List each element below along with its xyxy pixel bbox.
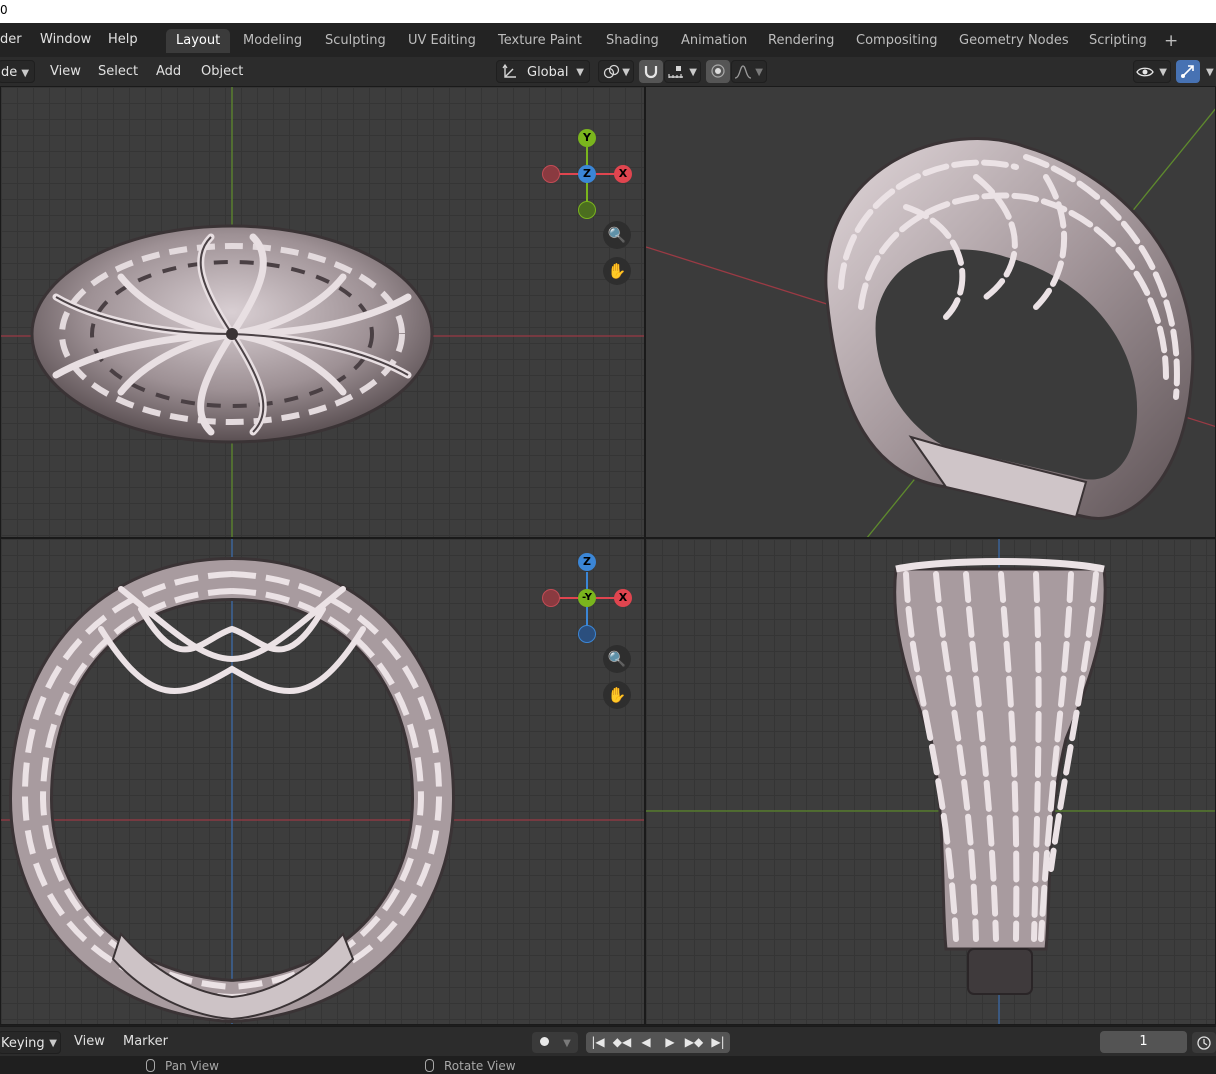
chevron-down-icon: ▼ <box>49 1038 57 1049</box>
tab-uv-editing[interactable]: UV Editing <box>398 29 486 53</box>
play-icon[interactable]: ▶ <box>658 1032 682 1053</box>
chevron-down-icon[interactable]: ▼ <box>1206 67 1214 78</box>
chevron-down-icon: ▼ <box>622 67 630 78</box>
timeline-header: Keying ▼ View Marker ▼ |◀ ◆◀ ◀ ▶ ▶◆ ▶| 1 <box>0 1026 1216 1056</box>
jump-start-icon[interactable]: |◀ <box>586 1032 610 1053</box>
gizmo-axis-x[interactable]: X <box>614 589 632 607</box>
viewport-top[interactable]: Y Z X 🔍 ✋ <box>0 86 645 538</box>
viewport-front[interactable]: Z -Y X 🔍 ✋ <box>0 538 645 1025</box>
chevron-down-icon: ▼ <box>1159 67 1167 78</box>
chevron-down-icon: ▼ <box>755 67 763 78</box>
status-bar: Pan View Rotate View <box>0 1056 1216 1074</box>
transform-orientation-dropdown[interactable]: Global ▼ <box>496 60 590 83</box>
prev-keyframe-icon[interactable]: ◆◀ <box>610 1032 634 1053</box>
gizmo-axis-neg-z[interactable] <box>578 625 596 643</box>
record-icon <box>539 1037 549 1046</box>
visibility-dropdown[interactable]: ▼ <box>1133 60 1171 83</box>
next-keyframe-icon[interactable]: ▶◆ <box>682 1032 706 1053</box>
snap-magnet-icon <box>644 66 658 79</box>
viewport-perspective[interactable] <box>645 86 1216 538</box>
object-visibility-icon <box>1136 67 1154 77</box>
menu-window[interactable]: Window <box>34 30 97 50</box>
gizmo-axis-neg-x[interactable] <box>542 165 560 183</box>
viewport-header: de ▼ View Select Add Object Global ▼ ▼ ▼ <box>0 57 1216 86</box>
snap-target-dropdown[interactable]: ▼ <box>664 60 701 83</box>
mouse-middle-icon <box>425 1059 434 1072</box>
tab-compositing[interactable]: Compositing <box>846 29 948 53</box>
tab-shading[interactable]: Shading <box>596 29 669 53</box>
mode-dropdown[interactable]: de ▼ <box>0 60 35 83</box>
keying-label: Keying <box>1 1036 45 1051</box>
pivot-point-dropdown[interactable]: ▼ <box>598 60 634 83</box>
menu-select[interactable]: Select <box>92 61 144 83</box>
gizmo-axis-x[interactable]: X <box>614 165 632 183</box>
gizmo-axis-neg-x[interactable] <box>542 589 560 607</box>
menu-render[interactable]: der <box>0 30 28 50</box>
timeline-menu-marker[interactable]: Marker <box>117 1031 174 1053</box>
status-rotate-label: Rotate View <box>444 1059 516 1073</box>
zoom-in-icon[interactable]: 🔍 <box>603 221 631 249</box>
tab-texture-paint[interactable]: Texture Paint <box>488 29 592 53</box>
play-reverse-icon[interactable]: ◀ <box>634 1032 658 1053</box>
front-view-scene <box>1 539 644 1024</box>
hand-pan-icon[interactable]: ✋ <box>603 681 631 709</box>
snap-toggle-button[interactable] <box>639 60 663 83</box>
viewport-side[interactable] <box>645 538 1216 1025</box>
keying-dropdown[interactable]: Keying ▼ <box>0 1031 61 1054</box>
mode-label: de <box>1 65 18 80</box>
gizmo-axis-neg-y[interactable]: -Y <box>578 589 596 607</box>
orientation-label: Global <box>527 65 569 80</box>
status-pan-label: Pan View <box>165 1059 219 1073</box>
menu-object[interactable]: Object <box>195 61 249 83</box>
proportional-edit-button[interactable] <box>706 60 730 83</box>
top-bar: der Window Help Layout Modeling Sculptin… <box>0 23 1216 57</box>
ring-side-view <box>893 558 1107 995</box>
side-view-scene <box>646 539 1215 1024</box>
ring-perspective-view <box>824 137 1195 520</box>
tab-animation[interactable]: Animation <box>671 29 757 53</box>
tab-scripting[interactable]: Scripting <box>1079 29 1157 53</box>
snap-increment-icon <box>668 66 683 78</box>
chevron-down-icon: ▼ <box>21 68 30 79</box>
pivot-point-icon <box>603 64 620 79</box>
current-frame-field[interactable]: 1 <box>1100 1031 1187 1053</box>
chevron-down-icon: ▼ <box>689 67 697 78</box>
tab-rendering[interactable]: Rendering <box>758 29 844 53</box>
add-workspace-button[interactable]: + <box>1154 29 1188 53</box>
menu-help[interactable]: Help <box>102 30 144 50</box>
record-button[interactable] <box>532 1032 556 1053</box>
ring-top-view <box>30 224 434 444</box>
menu-view[interactable]: View <box>44 61 87 83</box>
titlebar-text: 0 <box>0 3 8 17</box>
gizmo-toggle-icon <box>1181 65 1194 78</box>
chevron-down-icon: ▼ <box>576 67 584 78</box>
record-options-dropdown[interactable]: ▼ <box>556 1032 578 1053</box>
timeline-menu-view[interactable]: View <box>68 1031 111 1053</box>
falloff-curve-icon <box>734 65 752 79</box>
tab-layout[interactable]: Layout <box>166 29 231 53</box>
proportional-edit-icon <box>711 64 725 78</box>
mouse-middle-icon <box>146 1059 155 1072</box>
menu-add[interactable]: Add <box>150 61 187 83</box>
tab-sculpting[interactable]: Sculpting <box>315 29 396 53</box>
window-titlebar: 0 <box>0 0 1216 23</box>
tab-modeling[interactable]: Modeling <box>233 29 312 53</box>
zoom-in-icon[interactable]: 🔍 <box>603 645 631 673</box>
status-pan-view: Pan View <box>146 1059 219 1073</box>
chevron-down-icon: ▼ <box>563 1038 571 1049</box>
jump-end-icon[interactable]: ▶| <box>706 1032 730 1053</box>
top-view-scene <box>1 87 644 537</box>
tab-geometry-nodes[interactable]: Geometry Nodes <box>949 29 1079 53</box>
gizmo-axis-z[interactable]: Z <box>578 165 596 183</box>
timer-icon[interactable] <box>1192 1032 1216 1053</box>
gizmo-axis-y[interactable]: Y <box>578 129 596 147</box>
transform-orientation-icon <box>502 63 516 78</box>
perspective-scene <box>646 108 1215 537</box>
proportional-falloff-dropdown[interactable]: ▼ <box>731 60 767 83</box>
gizmo-axis-neg-y[interactable] <box>578 201 596 219</box>
hand-pan-icon[interactable]: ✋ <box>603 257 631 285</box>
gizmo-toggle-button[interactable] <box>1176 60 1200 83</box>
gizmo-axis-z[interactable]: Z <box>578 553 596 571</box>
status-rotate-view: Rotate View <box>425 1059 516 1073</box>
